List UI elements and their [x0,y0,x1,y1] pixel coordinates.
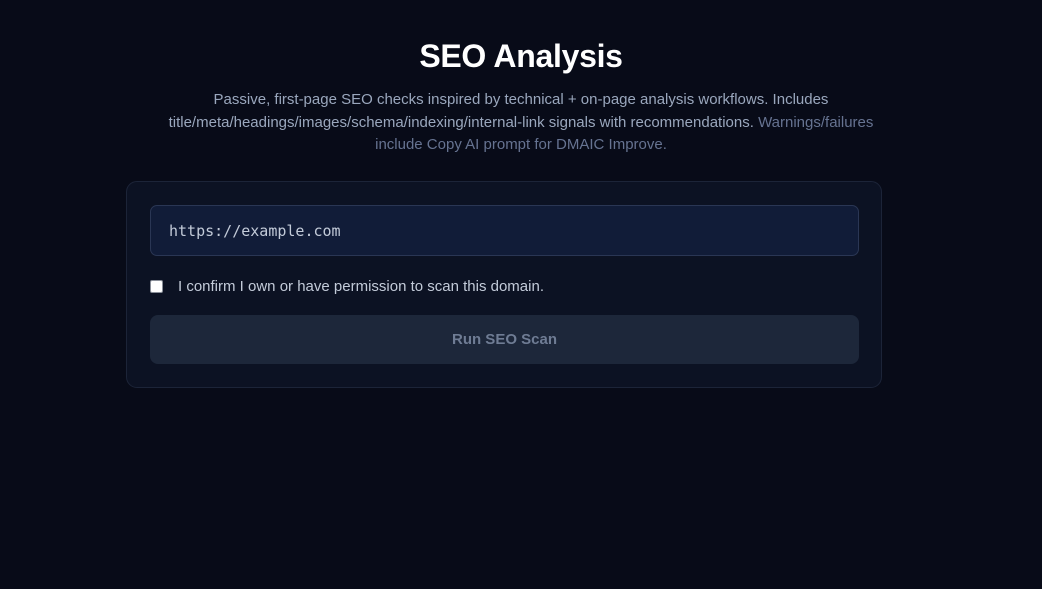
page-description: Passive, first-page SEO checks inspired … [160,89,882,157]
confirm-permission-row[interactable]: I confirm I own or have permission to sc… [150,276,544,296]
seo-analysis-page: SEO Analysis Passive, first-page SEO che… [0,0,1042,589]
url-input[interactable] [150,205,859,256]
run-seo-scan-button[interactable]: Run SEO Scan [150,315,859,364]
page-title: SEO Analysis [419,38,623,74]
scan-form-card: I confirm I own or have permission to sc… [126,181,882,388]
confirm-permission-checkbox[interactable] [150,279,163,293]
description-main: Passive, first-page SEO checks inspired … [168,91,829,131]
confirm-permission-label: I confirm I own or have permission to sc… [178,277,544,295]
